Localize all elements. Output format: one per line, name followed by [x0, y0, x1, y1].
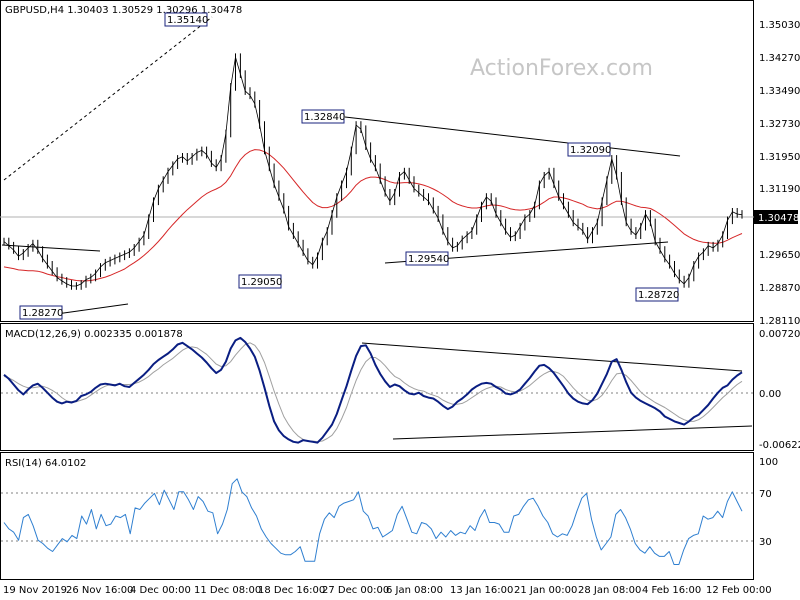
macd-lower-trendline: [392, 425, 753, 440]
rsi-series: [3, 478, 743, 565]
rsi-line: [3, 478, 743, 565]
x-tick: 27 Dec 00:00: [322, 585, 389, 596]
callout-label: 1.28270: [22, 308, 63, 319]
macd-y-tick: -0.006229: [759, 440, 800, 451]
watermark: ActionForex.com: [470, 56, 653, 81]
macd-y-tick: 0.00: [759, 389, 781, 400]
price-y-tick: 1.35030: [759, 20, 800, 31]
rsi-y-tick: 70: [759, 489, 772, 500]
rsi-y-tick: 30: [759, 537, 772, 548]
x-tick: 18 Dec 16:00: [258, 585, 325, 596]
price-series: [3, 53, 743, 290]
callout-label: 1.29050: [241, 277, 282, 288]
macd-panel-frame: [0, 323, 754, 451]
dashed-trendline: [3, 16, 213, 181]
chart-canvas: ActionForex.com GBPUSD,H4 1.30403 1.3052…: [0, 0, 800, 596]
macd-panel-title: MACD(12,26,9) 0.002335 0.001878: [5, 329, 183, 340]
rsi-panel-title: RSI(14) 64.0102: [5, 458, 86, 469]
callout-label: 1.35140: [167, 15, 208, 26]
x-tick: 4 Dec 00:00: [130, 585, 191, 596]
x-tick: 11 Dec 08:00: [194, 585, 261, 596]
x-tick: 12 Feb 00:00: [706, 585, 772, 596]
current-price-label: 1.30478: [758, 213, 799, 224]
price-y-tick: 1.32730: [759, 119, 800, 130]
x-tick: 6 Jan 08:00: [386, 585, 443, 596]
x-tick: 28 Jan 08:00: [578, 585, 641, 596]
x-tick: 13 Jan 16:00: [450, 585, 513, 596]
price-y-tick: 1.28870: [759, 283, 800, 294]
x-tick: 21 Jan 00:00: [514, 585, 577, 596]
macd-y-tick: 0.007201: [759, 329, 800, 340]
price-y-tick: 1.31190: [759, 184, 800, 195]
callout-label: 1.28720: [638, 290, 679, 301]
price-y-tick: 1.34270: [759, 53, 800, 64]
price-y-tick: 1.33490: [759, 86, 800, 97]
early-resistance-line: [1, 244, 101, 252]
macd-line: [3, 336, 743, 444]
x-axis: 19 Nov 2019 26 Nov 16:00 4 Dec 00:00 11 …: [3, 585, 772, 596]
macd-y-axis: 0.007201 0.00 -0.006229: [759, 329, 800, 451]
macd-series: [3, 336, 743, 444]
rsi-panel-frame: [0, 452, 754, 580]
callout-label: 1.32090: [570, 145, 611, 156]
callout-label: 1.32840: [304, 112, 345, 123]
price-close-line: [3, 56, 743, 287]
x-tick: 19 Nov 2019: [3, 585, 67, 596]
price-y-tick: 1.29650: [759, 250, 800, 261]
price-y-axis: 1.35030 1.34270 1.33490 1.32730 1.31950 …: [759, 20, 800, 327]
macd-upper-trendline: [361, 342, 743, 372]
price-panel-frame: [0, 0, 754, 322]
x-tick: 26 Nov 16:00: [66, 585, 133, 596]
x-tick: 4 Feb 16:00: [642, 585, 701, 596]
rsi-y-axis: 100 70 30: [759, 457, 778, 548]
price-y-tick: 1.28110: [759, 316, 800, 327]
rsi-y-tick: 100: [759, 457, 778, 468]
price-y-tick: 1.31950: [759, 152, 800, 163]
callout-label: 1.29540: [408, 254, 449, 265]
resistance-trendline: [344, 116, 681, 157]
